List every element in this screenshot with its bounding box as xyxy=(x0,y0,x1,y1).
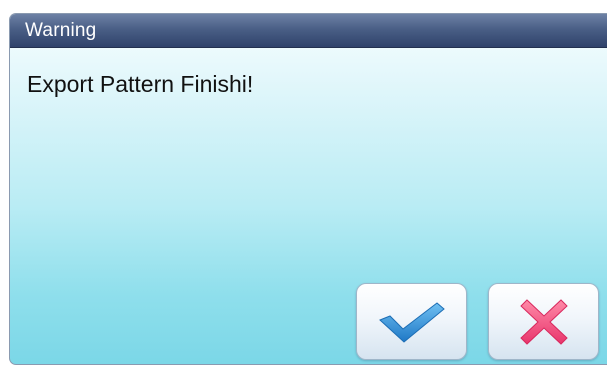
ok-button[interactable] xyxy=(356,283,467,360)
warning-dialog: Warning Export Pattern Finishi! xyxy=(9,13,607,365)
dialog-titlebar: Warning xyxy=(10,14,607,48)
dialog-message: Export Pattern Finishi! xyxy=(27,71,254,97)
cancel-button[interactable] xyxy=(488,283,599,360)
dialog-title: Warning xyxy=(25,19,97,41)
x-mark-icon xyxy=(519,298,568,345)
checkmark-icon xyxy=(378,301,445,343)
